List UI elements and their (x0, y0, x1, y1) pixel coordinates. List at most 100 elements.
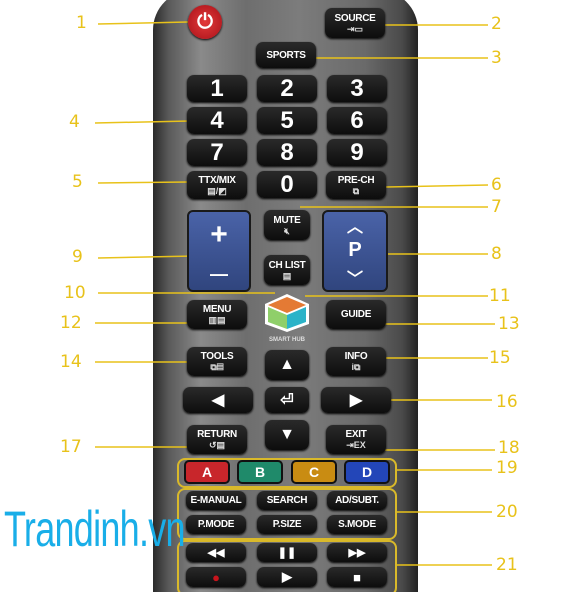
volume-up-icon[interactable]: + (210, 219, 228, 249)
callout-10: 10 (64, 283, 86, 303)
pre-ch-button[interactable]: PRE-CH ⧉ (326, 171, 386, 199)
callout-7: 7 (491, 197, 502, 217)
callout-line-6 (385, 184, 489, 188)
source-icon: ⇥▭ (346, 23, 364, 34)
e-manual-button[interactable]: E-MANUAL (186, 491, 246, 510)
callout-13: 13 (498, 314, 520, 334)
fast-forward-button[interactable]: ▶▶ (327, 543, 387, 562)
guide-button[interactable]: GUIDE (326, 300, 386, 329)
return-label: RETURN (197, 429, 237, 440)
p-mode-button[interactable]: P.MODE (186, 515, 246, 534)
mute-button[interactable]: MUTE 🔇︎ (264, 210, 310, 240)
menu-label: MENU (202, 304, 232, 315)
digit-7-button[interactable]: 7 (187, 139, 247, 166)
callout-12: 12 (60, 313, 82, 333)
callout-1: 1 (76, 13, 87, 33)
menu-button[interactable]: MENU ▥▤ (187, 300, 247, 329)
ttx-mix-button[interactable]: TTX/MIX ▤/◩ (187, 171, 247, 199)
dpad-down-button[interactable]: ▼ (265, 420, 309, 450)
callout-5: 5 (72, 172, 83, 192)
power-button[interactable]: ⏻ (188, 5, 222, 39)
rewind-button[interactable]: ◀◀ (186, 543, 246, 562)
volume-down-icon[interactable]: — (210, 265, 228, 283)
callout-18: 18 (498, 438, 520, 458)
exit-button[interactable]: EXIT ⇥EX (326, 425, 386, 454)
stop-button[interactable]: ■ (327, 567, 387, 587)
mute-icon: 🔇︎ (284, 225, 290, 236)
tools-label: TOOLS (200, 351, 234, 362)
callout-line-1 (97, 21, 189, 25)
callout-20: 20 (496, 502, 518, 522)
dpad-up-button[interactable]: ▲ (265, 350, 309, 380)
digit-3-button[interactable]: 3 (327, 75, 387, 102)
smart-hub-label: SMART HUB (269, 337, 305, 343)
p-size-button[interactable]: P.SIZE (257, 515, 317, 534)
smart-hub-button[interactable]: SMART HUB (260, 292, 314, 343)
callout-9: 9 (72, 247, 83, 267)
color-a-button[interactable]: A (184, 460, 230, 484)
record-button[interactable]: ● (186, 567, 246, 587)
info-label: INFO (344, 351, 368, 362)
volume-rocker[interactable]: + — (187, 210, 251, 292)
sports-button[interactable]: SPORTS (256, 42, 316, 68)
callout-4: 4 (69, 112, 80, 132)
callout-14: 14 (60, 352, 82, 372)
source-label: SOURCE (334, 12, 376, 24)
callout-line-5 (97, 181, 191, 184)
callout-line-9 (97, 255, 196, 259)
digit-1-button[interactable]: 1 (187, 75, 247, 102)
color-b-button[interactable]: B (237, 460, 283, 484)
prech-icon: ⧉ (352, 185, 360, 196)
callout-line-4 (94, 120, 191, 124)
digit-0-button[interactable]: 0 (257, 171, 317, 198)
menu-icon: ▥▤ (208, 315, 226, 325)
callout-2: 2 (491, 14, 502, 34)
dpad-right-button[interactable]: ▶ (321, 387, 391, 413)
channel-p-label: P (348, 239, 362, 262)
chlist-icon: ▤ (282, 270, 292, 281)
teletext-icon: ▤/◩ (207, 185, 227, 196)
digit-6-button[interactable]: 6 (327, 107, 387, 134)
channel-up-icon[interactable]: ︿ (347, 213, 363, 237)
remote-diagram: ⏻ SOURCE ⇥▭ SPORTS 1 2 3 4 5 6 7 8 9 0 T… (0, 0, 572, 592)
digit-5-button[interactable]: 5 (257, 107, 317, 134)
callout-8: 8 (491, 244, 502, 264)
enter-button[interactable]: ⏎ (265, 387, 309, 413)
digit-4-button[interactable]: 4 (187, 107, 247, 134)
exit-label: EXIT (345, 429, 367, 440)
return-icon: ↺▤ (208, 440, 226, 450)
s-mode-button[interactable]: S.MODE (327, 515, 387, 534)
callout-17: 17 (60, 437, 82, 457)
return-button[interactable]: RETURN ↺▤ (187, 425, 247, 454)
play-button[interactable]: ▶ (257, 567, 317, 587)
pause-button[interactable]: ❚❚ (257, 543, 317, 562)
callout-3: 3 (491, 48, 502, 68)
color-d-button[interactable]: D (344, 460, 390, 484)
callout-21: 21 (496, 555, 518, 575)
callout-11: 11 (489, 286, 511, 306)
source-button[interactable]: SOURCE ⇥▭ (325, 8, 385, 38)
smart-hub-icon (265, 294, 309, 332)
callout-15: 15 (489, 348, 511, 368)
info-button[interactable]: INFO i⧉ (326, 347, 386, 376)
tools-button[interactable]: TOOLS ⧉▤ (187, 347, 247, 376)
ttx-label: TTX/MIX (198, 174, 236, 186)
channel-rocker[interactable]: ︿ P ﹀ (322, 210, 388, 292)
callout-6: 6 (491, 175, 502, 195)
color-c-button[interactable]: C (291, 460, 337, 484)
info-icon: i⧉ (351, 362, 361, 372)
callout-19: 19 (496, 458, 518, 478)
watermark: Trandinh.vn (4, 501, 186, 557)
chlist-label: CH LIST (268, 259, 306, 271)
ch-list-button[interactable]: CH LIST ▤ (264, 255, 310, 285)
dpad-left-button[interactable]: ◀ (183, 387, 253, 413)
search-button[interactable]: SEARCH (257, 491, 317, 510)
digit-2-button[interactable]: 2 (257, 75, 317, 102)
digit-8-button[interactable]: 8 (257, 139, 317, 166)
digit-9-button[interactable]: 9 (327, 139, 387, 166)
channel-down-icon[interactable]: ﹀ (347, 265, 363, 289)
ad-subt-button[interactable]: AD/SUBT. (327, 491, 387, 510)
exit-icon: ⇥EX (346, 440, 366, 450)
tools-icon: ⧉▤ (210, 362, 224, 372)
mute-label: MUTE (273, 214, 301, 226)
